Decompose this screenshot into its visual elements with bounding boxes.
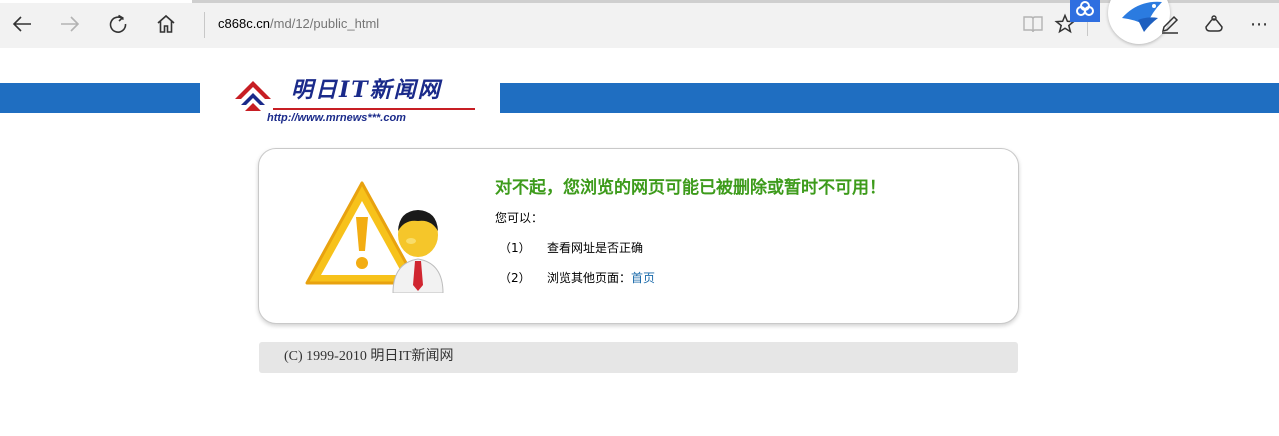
address-host: c868c.cn	[218, 16, 271, 31]
home-button[interactable]	[150, 8, 182, 40]
refresh-icon	[107, 13, 129, 35]
pen-icon	[1159, 13, 1181, 35]
site-logo[interactable]: 明日IT新闻网 http://www.mrnews***.com	[233, 75, 478, 127]
logo-url: http://www.mrnews***.com	[267, 112, 406, 124]
logo-underline	[273, 108, 475, 110]
header-band-left	[0, 83, 200, 113]
reading-view-icon	[1022, 13, 1044, 35]
homepage-link[interactable]: 首页	[631, 271, 655, 285]
header-band-right	[500, 83, 1279, 113]
address-divider	[204, 12, 205, 38]
forward-arrow-icon	[59, 13, 81, 35]
error-title: 对不起，您浏览的网页可能已被删除或暂时不可用！	[495, 178, 886, 198]
home-icon	[155, 13, 177, 35]
refresh-button[interactable]	[102, 8, 134, 40]
suggestion-item: （2） 浏览其他页面：首页	[499, 269, 655, 287]
suggestion-text: 浏览其他页面：	[547, 271, 632, 285]
more-button[interactable]: ⋯	[1243, 8, 1275, 40]
suggestion-number: （2）	[499, 271, 531, 285]
share-icon	[1203, 13, 1225, 35]
address-bar[interactable]: c868c.cn/md/12/public_html	[218, 15, 379, 33]
suggestion-number: （1）	[499, 241, 531, 255]
copyright-text: (C) 1999-2010 明日IT新闻网	[284, 349, 454, 364]
error-intro: 您可以：	[495, 211, 544, 225]
address-path: /md/12/public_html	[270, 16, 380, 31]
error-card: 对不起，您浏览的网页可能已被删除或暂时不可用！ 您可以： （1） 查看网址是否正确…	[258, 148, 1019, 324]
browser-toolbar: c868c.cn/md/12/public_html ⋯	[0, 0, 1279, 48]
suggestion-item: （1） 查看网址是否正确	[499, 239, 643, 257]
back-button[interactable]	[6, 8, 38, 40]
baidu-extension-button[interactable]	[1070, 0, 1100, 22]
share-button[interactable]	[1198, 8, 1230, 40]
logo-title: 明日IT新闻网	[291, 77, 442, 103]
more-icon: ⋯	[1250, 13, 1268, 35]
baidu-cloud-icon	[1074, 1, 1096, 21]
back-arrow-icon	[11, 13, 33, 35]
reading-view-button[interactable]	[1017, 8, 1049, 40]
forward-button[interactable]	[54, 8, 86, 40]
warning-illustration	[303, 175, 451, 295]
person-avatar-icon	[387, 201, 449, 297]
suggestion-text: 查看网址是否正确	[547, 241, 644, 255]
notes-button[interactable]	[1154, 8, 1186, 40]
footer: (C) 1999-2010 明日IT新闻网	[259, 342, 1018, 373]
